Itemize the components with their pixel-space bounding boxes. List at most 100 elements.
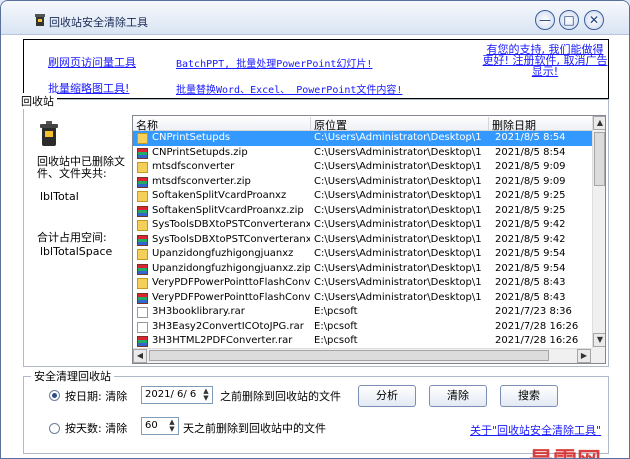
cell-location: C:\Users\Administrator\Desktop\1 <box>314 161 482 172</box>
cell-name: VeryPDFPowerPointtoFlashConverter... <box>152 277 310 288</box>
recycle-bin-caption: 回收站 <box>18 93 57 109</box>
close-button[interactable]: ✕ <box>584 10 604 30</box>
date-picker[interactable]: 2021/ 6/ 6 ▲ ▼ <box>141 386 213 404</box>
register-link[interactable]: 有您的支持, 我们能做得更好! 注册软件, 取消广告显示! <box>482 44 608 77</box>
zip-icon <box>137 147 148 159</box>
cell-name: SysToolsDBXtoPSTConverteranxz.zip <box>152 233 310 245</box>
vertical-scrollbar[interactable]: ▲ ▼ <box>592 116 605 348</box>
by-days-radio[interactable] <box>49 423 60 434</box>
table-row[interactable]: mtsdfsconverter.zip C:\Users\Administrato… <box>133 175 592 190</box>
table-row[interactable]: VeryPDFPowerPointtoFlashConverter... C:\U… <box>133 276 592 291</box>
zip-icon <box>137 234 148 246</box>
search-button[interactable]: 搜索 <box>500 385 558 407</box>
scroll-left-icon[interactable]: ◀ <box>133 349 147 363</box>
by-date-suffix: 之前删除到回收站的文件 <box>220 390 341 403</box>
cell-location: C:\Users\Administrator\Desktop\1 <box>314 190 482 201</box>
table-row[interactable]: CNPrintSetupds C:\Users\Administrator\Des… <box>133 131 592 146</box>
cell-date: 2021/8/5 8:54 <box>495 146 566 158</box>
column-header-date[interactable]: 删除日期 <box>489 117 592 132</box>
clear-button[interactable]: 清除 <box>429 385 487 407</box>
by-days-suffix: 天之前删除到回收站中的文件 <box>183 422 326 435</box>
cell-date: 2021/8/5 8:43 <box>495 291 566 303</box>
space-used-value: lblTotalSpace <box>40 245 113 258</box>
table-row[interactable]: mtsdfsconverter C:\Users\Administrator\De… <box>133 160 592 175</box>
zip-icon <box>137 292 148 304</box>
cell-date: 2021/8/5 9:42 <box>495 233 566 245</box>
cell-name: SoftakenSplitVcardProanxz.zip <box>152 204 304 216</box>
main-panel: 刷网页访问量工具 BatchPPT, 批量处理PowerPoint幻灯片! 批量… <box>4 35 626 458</box>
by-date-radio[interactable] <box>49 390 60 401</box>
cell-location: C:\Users\Administrator\Desktop\1 <box>314 219 482 230</box>
vertical-scroll-thumb[interactable] <box>594 132 605 186</box>
analyze-button[interactable]: 分析 <box>358 385 416 407</box>
table-row[interactable]: SysToolsDBXtoPSTConverteranxz.zip C:\User… <box>133 233 592 248</box>
zip-icon <box>137 205 148 217</box>
watermark: 最需网 <box>529 441 601 458</box>
table-row[interactable]: 3H3Easy2ConvertICOtoJPG.rar E:\pcsoft 2021… <box>133 320 592 335</box>
horizontal-scrollbar[interactable]: ◀ ▶ <box>133 348 592 363</box>
file-list[interactable]: 名称 原位置 删除日期 CNPrintSetupds C:\Users\Admin… <box>132 115 606 364</box>
table-row[interactable]: SysToolsDBXtoPSTConverteranxz C:\Users\Ad… <box>133 218 592 233</box>
cell-name: Upanzidongfuzhigongjuanxz.zip <box>152 262 310 274</box>
days-stepper[interactable]: 60 ▲ ▼ <box>141 417 179 435</box>
table-row[interactable]: 3H3HTML2PDFConverter.rar E:\pcsoft 2021/7/… <box>133 334 592 349</box>
deleted-count-value: lblTotal <box>40 190 79 203</box>
scroll-up-icon[interactable]: ▲ <box>593 116 605 130</box>
cell-name: CNPrintSetupds <box>152 132 231 143</box>
cell-name: VeryPDFPowerPointtoFlashConverter... <box>152 291 310 303</box>
cell-location: C:\Users\Administrator\Desktop\1 <box>314 291 482 303</box>
cell-name: CNPrintSetupds.zip <box>152 146 248 158</box>
thumbnail-tool-link[interactable]: 批量缩略图工具! <box>48 80 129 96</box>
visit-tool-link[interactable]: 刷网页访问量工具 <box>48 54 136 70</box>
space-used-label: 合计占用空间: <box>37 231 107 244</box>
cell-date: 2021/8/5 8:43 <box>495 277 566 288</box>
table-row[interactable]: SoftakenSplitVcardProanxz C:\Users\Admini… <box>133 189 592 204</box>
scroll-down-icon[interactable]: ▼ <box>593 333 605 347</box>
cell-date: 2021/7/23 8:36 <box>495 306 572 317</box>
folder-icon <box>137 278 148 289</box>
minimize-button[interactable]: — <box>535 10 555 30</box>
list-header: 名称 原位置 删除日期 <box>133 116 592 132</box>
column-header-location[interactable]: 原位置 <box>311 117 489 132</box>
title-bar[interactable]: 回收站安全清除工具 — □ ✕ <box>1 1 629 35</box>
cell-location: C:\Users\Administrator\Desktop\1 <box>314 175 482 187</box>
cell-location: C:\Users\Administrator\Desktop\1 <box>314 132 482 143</box>
folder-icon <box>137 133 148 144</box>
deleted-count-label: 回收站中已删除文件、文件夹共: <box>37 155 125 180</box>
cell-date: 2021/8/5 9:25 <box>495 204 566 216</box>
about-link[interactable]: 关于"回收站安全清除工具" <box>470 422 601 438</box>
batch-replace-link[interactable]: 批量替换Word、Excel、 PowerPoint文件内容! <box>176 81 402 96</box>
cell-date: 2021/8/5 9:42 <box>495 219 566 230</box>
folder-icon <box>137 191 148 202</box>
maximize-button[interactable]: □ <box>559 10 579 30</box>
table-row[interactable]: Upanzidongfuzhigongjuanxz.zip C:\Users\Ad… <box>133 262 592 277</box>
cell-name: SysToolsDBXtoPSTConverteranxz <box>152 219 310 230</box>
cell-date: 2021/8/5 8:54 <box>495 132 566 143</box>
horizontal-scroll-thumb[interactable] <box>149 350 549 361</box>
doc-icon <box>137 321 148 333</box>
table-row[interactable]: VeryPDFPowerPointtoFlashConverter... C:\U… <box>133 291 592 306</box>
table-row[interactable]: 3H3booklibrary.rar E:\pcsoft 2021/7/23 8:3… <box>133 305 592 320</box>
scroll-right-icon[interactable]: ▶ <box>577 349 591 363</box>
batch-ppt-link[interactable]: BatchPPT, 批量处理PowerPoint幻灯片! <box>176 55 372 70</box>
doc-icon <box>137 307 148 318</box>
window-title: 回收站安全清除工具 <box>49 16 148 29</box>
date-spin-icon[interactable]: ▲ ▼ <box>201 388 211 402</box>
cell-location: C:\Users\Administrator\Desktop\1 <box>314 277 482 288</box>
days-value: 60 <box>145 420 158 431</box>
cell-location: C:\Users\Administrator\Desktop\1 <box>314 262 482 274</box>
table-row[interactable]: Upanzidongfuzhigongjuanxz C:\Users\Admini… <box>133 247 592 262</box>
folder-icon <box>137 220 148 231</box>
folder-icon <box>137 162 148 173</box>
column-header-name[interactable]: 名称 <box>133 117 311 132</box>
cell-location: C:\Users\Administrator\Desktop\1 <box>314 248 482 259</box>
zip-icon <box>137 336 148 347</box>
zip-icon <box>137 263 148 275</box>
cell-name: 3H3booklibrary.rar <box>152 306 245 317</box>
table-row[interactable]: SoftakenSplitVcardProanxz.zip C:\Users\Ad… <box>133 204 592 219</box>
cell-location: C:\Users\Administrator\Desktop\1 <box>314 233 482 245</box>
clean-group-caption: 安全清理回收站 <box>31 368 114 384</box>
days-spin-icon[interactable]: ▲ ▼ <box>167 419 177 433</box>
zip-icon <box>137 176 148 188</box>
table-row[interactable]: CNPrintSetupds.zip C:\Users\Administrator… <box>133 146 592 161</box>
